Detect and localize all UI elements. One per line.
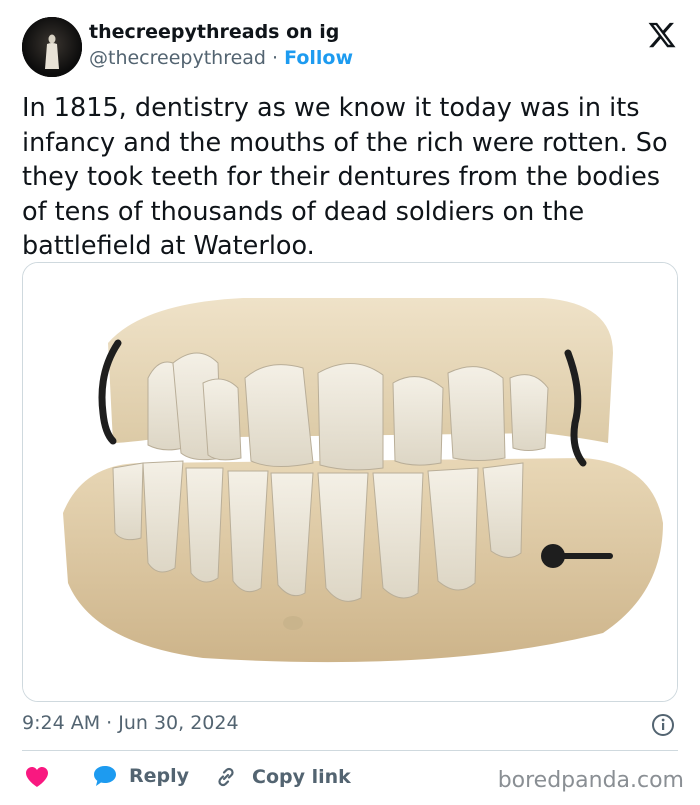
separator: ·	[265, 47, 285, 69]
tweet-media[interactable]	[22, 262, 678, 702]
tweet-text: In 1815, dentistry as we know it today w…	[22, 93, 668, 261]
dentures-image	[23, 263, 677, 701]
info-icon[interactable]	[651, 713, 675, 737]
copy-link-button[interactable]: Copy link	[214, 765, 351, 789]
link-icon	[218, 767, 234, 787]
speech-bubble-icon	[94, 766, 116, 786]
avatar[interactable]	[22, 17, 82, 77]
watermark: boredpanda.com	[497, 768, 684, 793]
reply-label: Reply	[129, 765, 190, 787]
timestamp[interactable]: 9:24 AM · Jun 30, 2024	[22, 712, 239, 734]
x-logo-icon[interactable]	[646, 20, 678, 50]
display-name[interactable]: thecreepythreads on ig	[89, 21, 339, 43]
handle[interactable]: @thecreepythread	[89, 47, 266, 69]
copy-link-label: Copy link	[252, 766, 351, 788]
reply-button[interactable]: Reply	[93, 765, 189, 787]
handle-line: @thecreepythread · Follow	[89, 47, 353, 69]
follow-button[interactable]: Follow	[284, 47, 353, 69]
heart-icon[interactable]	[25, 766, 49, 788]
divider	[22, 750, 678, 751]
avatar-image	[22, 17, 82, 77]
